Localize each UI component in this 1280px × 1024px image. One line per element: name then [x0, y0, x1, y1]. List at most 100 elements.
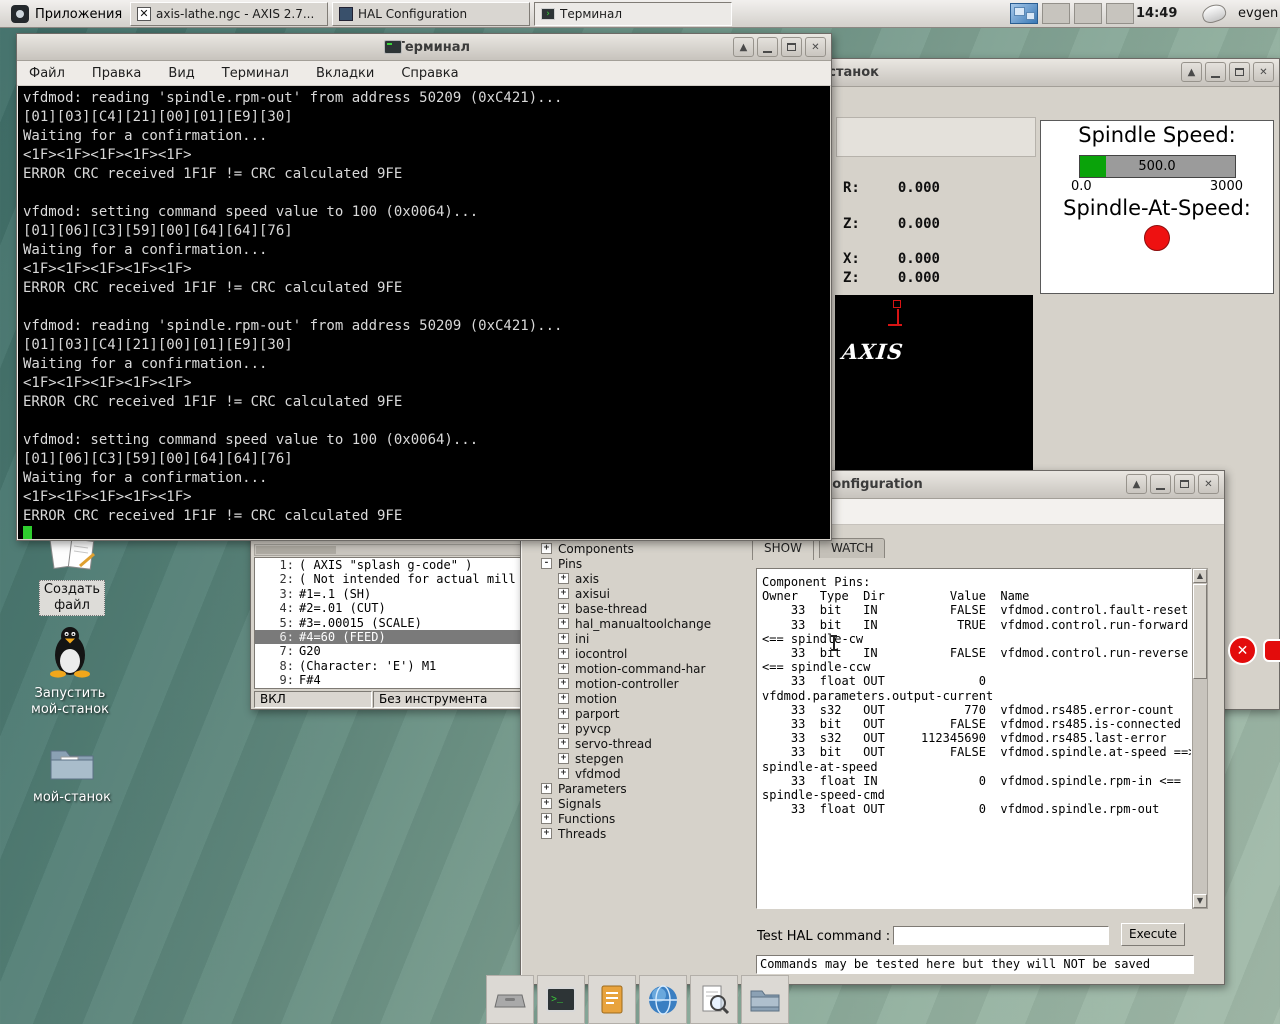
gcode-line[interactable]: 4: #2=.01 (CUT): [255, 601, 521, 615]
tree-item-motion-controller[interactable]: + motion-controller: [521, 676, 743, 691]
tree-item-stepgen[interactable]: + stepgen: [521, 751, 743, 766]
tree-item-motion-command-handler[interactable]: + motion-command-har: [521, 661, 743, 676]
maximize-button[interactable]: [1174, 474, 1195, 494]
shade-button[interactable]: ▲: [1126, 474, 1147, 494]
tree-item-pyvcp[interactable]: + pyvcp: [521, 721, 743, 736]
tree-item-components[interactable]: + Components: [521, 541, 743, 556]
tree-expand-icon[interactable]: +: [558, 618, 569, 629]
tree-item-parameters[interactable]: + Parameters: [521, 781, 743, 796]
tree-collapse-icon[interactable]: -: [541, 558, 552, 569]
desktop-icon-create-file[interactable]: Создать файл: [22, 536, 122, 616]
menu-help[interactable]: Справка: [401, 66, 458, 81]
tree-item-servo-thread[interactable]: + servo-thread: [521, 736, 743, 751]
menu-view[interactable]: Вид: [168, 66, 194, 81]
tree-expand-icon[interactable]: +: [558, 768, 569, 779]
gcode-line[interactable]: 5: #3=.00015 (SCALE): [255, 616, 521, 630]
tree-item-hal-manualtoolchange[interactable]: + hal_manualtoolchange: [521, 616, 743, 631]
minimize-button[interactable]: [1150, 474, 1171, 494]
mouse-tray-icon[interactable]: [1199, 1, 1229, 26]
workspace-3[interactable]: [1074, 3, 1102, 24]
close-button[interactable]: ✕: [1198, 474, 1219, 494]
terminal-titlebar[interactable]: Терминал ▲ ✕: [17, 34, 831, 61]
tree-expand-icon[interactable]: +: [558, 738, 569, 749]
task-button-axis[interactable]: ✕ axis-lathe.ngc - AXIS 2.7...: [130, 2, 328, 26]
tree-expand-icon[interactable]: +: [558, 663, 569, 674]
scrollbar-thumb[interactable]: [256, 546, 336, 554]
tree-item-axis[interactable]: + axis: [521, 571, 743, 586]
applications-menu[interactable]: Приложения: [4, 2, 129, 26]
tree-item-motion[interactable]: + motion: [521, 691, 743, 706]
desktop-icon-run-machine[interactable]: Запустить мой-станок: [20, 624, 120, 718]
tree-expand-icon[interactable]: +: [541, 783, 552, 794]
hal-scrollbar[interactable]: ▲ ▼: [1192, 568, 1208, 909]
error-alert-icon-partial[interactable]: [1263, 639, 1280, 662]
menu-edit[interactable]: Правка: [92, 66, 141, 81]
tree-expand-icon[interactable]: +: [541, 798, 552, 809]
workspace-4[interactable]: [1106, 3, 1134, 24]
tree-expand-icon[interactable]: +: [558, 588, 569, 599]
gcode-line[interactable]: 8: (Character: 'E') M1: [255, 659, 521, 673]
tree-item-threads[interactable]: + Threads: [521, 826, 743, 841]
gcode-line[interactable]: 7: G20: [255, 644, 521, 658]
scroll-up-icon[interactable]: ▲: [1193, 569, 1207, 583]
clock[interactable]: 14:49: [1136, 0, 1177, 28]
tree-expand-icon[interactable]: +: [558, 723, 569, 734]
maximize-button[interactable]: [781, 37, 802, 57]
menu-file[interactable]: Файл: [29, 66, 65, 81]
minimize-button[interactable]: [757, 37, 778, 57]
tree-item-axisui[interactable]: + axisui: [521, 586, 743, 601]
tree-expand-icon[interactable]: +: [558, 648, 569, 659]
desktop-icon-machine-folder[interactable]: мой-станок: [22, 742, 122, 806]
task-button-terminal[interactable]: › Терминал: [534, 2, 732, 26]
test-hal-command-input[interactable]: [893, 926, 1109, 945]
dock-item-file-manager[interactable]: [741, 975, 789, 1024]
tab-watch[interactable]: WATCH: [818, 538, 886, 558]
tree-item-pins[interactable]: - Pins: [521, 556, 743, 571]
tree-expand-icon[interactable]: +: [558, 693, 569, 704]
error-alert-icon[interactable]: ✕: [1228, 636, 1257, 665]
tree-item-vfdmod[interactable]: + vfdmod: [521, 766, 743, 781]
tree-expand-icon[interactable]: +: [558, 753, 569, 764]
dock-item-drawer[interactable]: [486, 975, 534, 1024]
tree-expand-icon[interactable]: +: [558, 708, 569, 719]
tree-expand-icon[interactable]: +: [558, 633, 569, 644]
maximize-button[interactable]: [1229, 62, 1250, 82]
tab-show[interactable]: SHOW: [752, 538, 814, 560]
scrollbar-thumb[interactable]: [1193, 584, 1207, 679]
axis-preview-area[interactable]: AXIS: [835, 295, 1033, 472]
tree-item-functions[interactable]: + Functions: [521, 811, 743, 826]
tree-expand-icon[interactable]: +: [541, 543, 552, 554]
workspace-1[interactable]: [1010, 3, 1038, 24]
gcode-scrollbar[interactable]: [254, 544, 522, 556]
tree-item-parport[interactable]: + parport: [521, 706, 743, 721]
execute-button[interactable]: Execute: [1121, 923, 1185, 946]
gcode-line[interactable]: 9: F#4: [255, 673, 521, 687]
minimize-button[interactable]: [1205, 62, 1226, 82]
gcode-line[interactable]: 3: #1=.1 (SH): [255, 587, 521, 601]
tree-item-signals[interactable]: + Signals: [521, 796, 743, 811]
tree-item-ini[interactable]: + ini: [521, 631, 743, 646]
close-button[interactable]: ✕: [805, 37, 826, 57]
tree-expand-icon[interactable]: +: [541, 813, 552, 824]
menu-tabs[interactable]: Вкладки: [316, 66, 374, 81]
tree-expand-icon[interactable]: +: [558, 678, 569, 689]
dock-item-terminal[interactable]: >_: [537, 975, 585, 1024]
dock-item-text-editor[interactable]: [588, 975, 636, 1024]
workspace-2[interactable]: [1042, 3, 1070, 24]
gcode-line[interactable]: 2: ( Not intended for actual mill: [255, 572, 521, 586]
close-button[interactable]: ✕: [1253, 62, 1274, 82]
tree-expand-icon[interactable]: +: [558, 603, 569, 614]
scroll-down-icon[interactable]: ▼: [1193, 894, 1207, 908]
user-menu[interactable]: evgen: [1238, 0, 1278, 28]
shade-button[interactable]: ▲: [733, 37, 754, 57]
tree-item-base-thread[interactable]: + base-thread: [521, 601, 743, 616]
gcode-line[interactable]: 1: ( AXIS "splash g-code" ): [255, 558, 521, 572]
tree-item-iocontrol[interactable]: + iocontrol: [521, 646, 743, 661]
menu-terminal[interactable]: Терминал: [222, 66, 289, 81]
gcode-line-active[interactable]: 6: #4=60 (FEED): [255, 630, 521, 645]
shade-button[interactable]: ▲: [1181, 62, 1202, 82]
tree-expand-icon[interactable]: +: [558, 573, 569, 584]
terminal-screen[interactable]: vfdmod: reading 'spindle.rpm-out' from a…: [18, 86, 830, 539]
dock-item-web-browser[interactable]: [639, 975, 687, 1024]
task-button-hal[interactable]: HAL Configuration: [332, 2, 530, 26]
